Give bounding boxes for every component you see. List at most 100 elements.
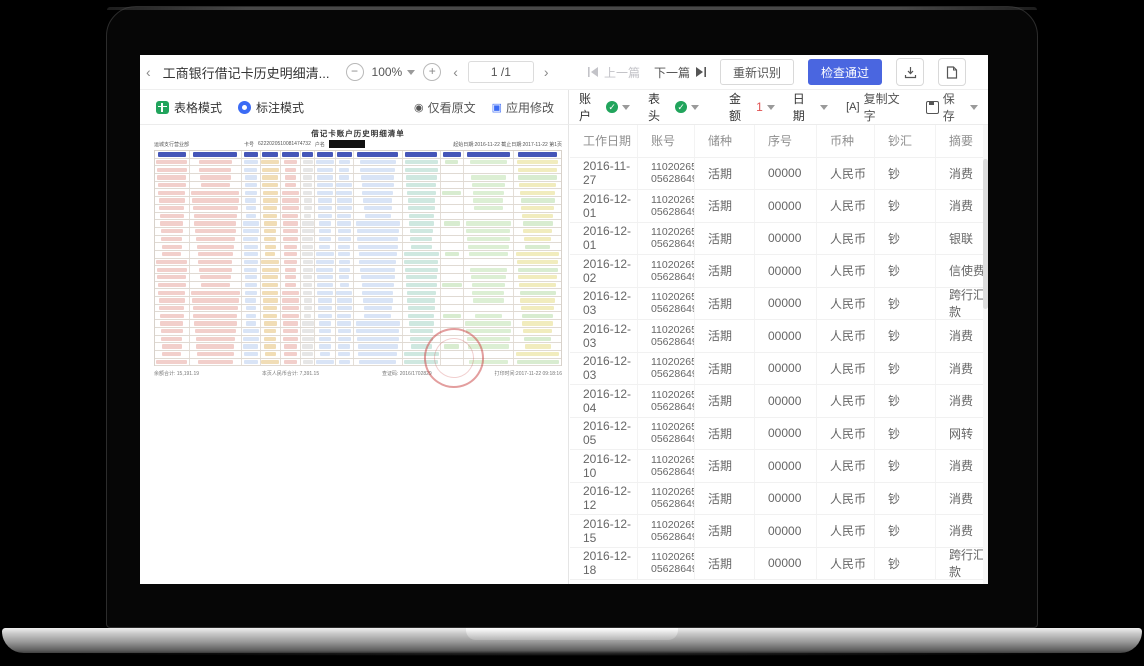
- cell-summary[interactable]: 消费: [936, 158, 988, 190]
- tab-annotate-mode[interactable]: 标注模式: [238, 99, 304, 116]
- cell-cash[interactable]: 钞: [875, 515, 936, 547]
- next-article-button[interactable]: 下一篇: [654, 64, 706, 81]
- cell-deposit-type[interactable]: 活期: [695, 515, 755, 547]
- cell-currency[interactable]: 人民币: [817, 353, 875, 385]
- cell-work-date[interactable]: 2016-12-12: [570, 483, 638, 515]
- account-dropdown[interactable]: 账户 ✓: [579, 90, 630, 124]
- cell-deposit-type[interactable]: 活期: [695, 353, 755, 385]
- cell-cash[interactable]: 钞: [875, 288, 936, 320]
- cell-deposit-type[interactable]: 活期: [695, 255, 755, 287]
- back-icon[interactable]: ‹: [140, 64, 157, 80]
- cell-serial[interactable]: 00000: [755, 190, 817, 222]
- cell-summary[interactable]: 消费: [936, 190, 988, 222]
- cell-cash[interactable]: 钞: [875, 158, 936, 190]
- cell-serial[interactable]: 00000: [755, 320, 817, 352]
- cell-currency[interactable]: 人民币: [817, 158, 875, 190]
- header-dropdown[interactable]: 表头 ✓: [648, 90, 699, 124]
- apply-changes-button[interactable]: ▣ 应用修改: [492, 99, 554, 116]
- cell-summary[interactable]: 消费: [936, 353, 988, 385]
- cell-currency[interactable]: 人民币: [817, 385, 875, 417]
- cell-deposit-type[interactable]: 活期: [695, 158, 755, 190]
- cell-cash[interactable]: 钞: [875, 223, 936, 255]
- cell-serial[interactable]: 00000: [755, 515, 817, 547]
- cell-work-date[interactable]: 2016-12-01: [570, 190, 638, 222]
- cell-account[interactable]: 1102026501056286490: [638, 450, 695, 482]
- cell-serial[interactable]: 00000: [755, 483, 817, 515]
- cell-deposit-type[interactable]: 活期: [695, 548, 755, 580]
- export-file-button[interactable]: [938, 58, 966, 86]
- cell-currency[interactable]: 人民币: [817, 223, 875, 255]
- cell-serial[interactable]: 00000: [755, 255, 817, 287]
- cell-currency[interactable]: 人民币: [817, 483, 875, 515]
- cell-work-date[interactable]: 2016-12-18: [570, 548, 638, 580]
- page-next-icon[interactable]: ›: [538, 64, 555, 80]
- cell-account[interactable]: 1102026501056286490: [638, 483, 695, 515]
- cell-work-date[interactable]: 2016-11-27: [570, 158, 638, 190]
- page-indicator-input[interactable]: 1 /1: [468, 61, 534, 83]
- zoom-level-dropdown[interactable]: 100%: [370, 65, 418, 79]
- cell-currency[interactable]: 人民币: [817, 450, 875, 482]
- cell-serial[interactable]: 00000: [755, 288, 817, 320]
- save-button[interactable]: 保存: [926, 90, 978, 124]
- cell-summary[interactable]: 跨行汇款: [936, 548, 988, 580]
- approve-button[interactable]: 检查通过: [808, 59, 882, 85]
- cell-account[interactable]: 1102026501056286490: [638, 255, 695, 287]
- view-original-button[interactable]: ◉ 仅看原文: [414, 99, 476, 116]
- cell-account[interactable]: 1102026501056286490: [638, 548, 695, 580]
- cell-deposit-type[interactable]: 活期: [695, 288, 755, 320]
- cell-account[interactable]: 1102026501056286490: [638, 418, 695, 450]
- cell-work-date[interactable]: 2016-12-03: [570, 353, 638, 385]
- zoom-in-icon[interactable]: +: [423, 63, 441, 81]
- cell-work-date[interactable]: 2016-12-10: [570, 450, 638, 482]
- download-button[interactable]: [896, 58, 924, 86]
- cell-work-date[interactable]: 2016-12-04: [570, 385, 638, 417]
- cell-work-date[interactable]: 2016-12-03: [570, 288, 638, 320]
- date-dropdown[interactable]: 日期: [793, 90, 828, 124]
- cell-deposit-type[interactable]: 活期: [695, 450, 755, 482]
- cell-currency[interactable]: 人民币: [817, 190, 875, 222]
- cell-deposit-type[interactable]: 活期: [695, 223, 755, 255]
- cell-account[interactable]: 1102026501056286490: [638, 158, 695, 190]
- cell-summary[interactable]: 消费: [936, 320, 988, 352]
- cell-summary[interactable]: 跨行汇款: [936, 288, 988, 320]
- cell-serial[interactable]: 00000: [755, 158, 817, 190]
- cell-account[interactable]: 1102026501056286490: [638, 353, 695, 385]
- cell-serial[interactable]: 00000: [755, 548, 817, 580]
- cell-deposit-type[interactable]: 活期: [695, 190, 755, 222]
- cell-cash[interactable]: 钞: [875, 483, 936, 515]
- cell-summary[interactable]: 消费: [936, 515, 988, 547]
- cell-cash[interactable]: 钞: [875, 190, 936, 222]
- cell-work-date[interactable]: 2016-12-02: [570, 255, 638, 287]
- cell-account[interactable]: 1102026501056286490: [638, 515, 695, 547]
- cell-work-date[interactable]: 2016-12-05: [570, 418, 638, 450]
- cell-cash[interactable]: 钞: [875, 255, 936, 287]
- cell-cash[interactable]: 钞: [875, 320, 936, 352]
- reocr-button[interactable]: 重新识别: [720, 59, 794, 85]
- cell-currency[interactable]: 人民币: [817, 515, 875, 547]
- cell-cash[interactable]: 钞: [875, 418, 936, 450]
- cell-account[interactable]: 1102026501056286490: [638, 385, 695, 417]
- cell-serial[interactable]: 00000: [755, 353, 817, 385]
- cell-work-date[interactable]: 2016-12-15: [570, 515, 638, 547]
- cell-cash[interactable]: 钞: [875, 353, 936, 385]
- cell-serial[interactable]: 00000: [755, 385, 817, 417]
- cell-serial[interactable]: 00000: [755, 450, 817, 482]
- cell-summary[interactable]: 银联: [936, 223, 988, 255]
- cell-account[interactable]: 1102026501056286490: [638, 320, 695, 352]
- amount-dropdown[interactable]: 金额 1: [729, 90, 775, 124]
- zoom-out-icon[interactable]: −: [346, 63, 364, 81]
- cell-summary[interactable]: 消费: [936, 450, 988, 482]
- cell-cash[interactable]: 钞: [875, 548, 936, 580]
- tab-table-mode[interactable]: 表格模式: [156, 99, 222, 116]
- cell-cash[interactable]: 钞: [875, 450, 936, 482]
- cell-summary[interactable]: 消费: [936, 483, 988, 515]
- cell-account[interactable]: 1102026501056286490: [638, 223, 695, 255]
- cell-serial[interactable]: 00000: [755, 223, 817, 255]
- copy-text-button[interactable]: A 复制文字: [846, 90, 910, 124]
- cell-currency[interactable]: 人民币: [817, 548, 875, 580]
- cell-currency[interactable]: 人民币: [817, 418, 875, 450]
- cell-serial[interactable]: 00000: [755, 418, 817, 450]
- cell-account[interactable]: 1102026501056286490: [638, 288, 695, 320]
- cell-currency[interactable]: 人民币: [817, 288, 875, 320]
- prev-article-button[interactable]: 上一篇: [588, 64, 640, 81]
